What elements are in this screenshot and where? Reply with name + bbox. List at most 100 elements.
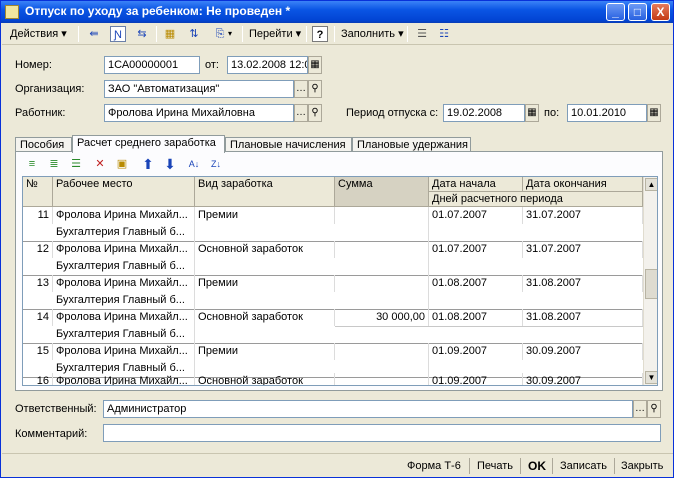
tab-planned-accruals[interactable]: Плановые начисления (225, 137, 352, 152)
arrow-down-icon[interactable]: ⬇ (162, 156, 178, 172)
col-header-earning-type[interactable]: Вид заработка (195, 177, 335, 207)
help-icon[interactable]: ? (312, 26, 328, 42)
period-from-label: Период отпуска с: (346, 107, 439, 119)
row-num: 11 (23, 207, 53, 224)
row-num: 12 (23, 241, 53, 258)
row-earning-type: Основной заработок (195, 373, 335, 385)
select-icon[interactable]: … (633, 400, 647, 418)
tab-average-earnings[interactable]: Расчет среднего заработка (72, 135, 225, 153)
col-header-days[interactable]: Дней расчетного периода (429, 192, 643, 207)
responsible-field[interactable]: Администратор (103, 400, 633, 418)
row-earning-type: Премии (195, 343, 335, 360)
arrow-up-icon[interactable]: ⬆ (140, 156, 156, 172)
scroll-thumb[interactable] (645, 269, 657, 299)
delete-row-icon[interactable]: ✕ (92, 156, 108, 172)
col-header-sum[interactable]: Сумма (335, 177, 429, 207)
button-separator (469, 458, 470, 474)
table-row[interactable]: 11 Фролова Ирина Михайл... Бухгалтерия Г… (23, 207, 643, 241)
copy-dropdown-icon[interactable]: ▾ (228, 26, 232, 42)
minimize-button[interactable]: _ (606, 3, 625, 21)
col-header-num[interactable]: № (23, 177, 53, 207)
row-employee: Фролова Ирина Михайл... (53, 241, 195, 258)
row-num: 15 (23, 343, 53, 360)
row-sum (335, 343, 429, 377)
organization-field[interactable]: ЗАО "Автоматизация" (104, 80, 294, 98)
title-bar: Отпуск по уходу за ребенком: Не проведен… (1, 1, 673, 23)
row-department: Бухгалтерия Главный б... (53, 224, 195, 241)
employee-label: Работник: (15, 107, 66, 119)
scroll-down-icon[interactable]: ▼ (645, 371, 657, 384)
move-icon[interactable]: ⇅ (186, 26, 202, 42)
row-date-start: 01.07.2007 (429, 207, 523, 224)
copy-icon[interactable]: ⎘ (212, 26, 228, 42)
fill-label: Заполнить (341, 28, 396, 40)
toolbar-separator (242, 26, 243, 42)
col-header-date-start[interactable]: Дата начала (429, 177, 523, 192)
period-from-field[interactable]: 19.02.2008 (443, 104, 525, 122)
goto-label: Перейти (249, 28, 293, 40)
period-to-field[interactable]: 10.01.2010 (567, 104, 647, 122)
ok-button[interactable]: OK (528, 458, 546, 474)
insert-row-icon[interactable]: ≣ (46, 156, 62, 172)
goto-menu[interactable]: Перейти ▾ (249, 26, 301, 42)
row-department: Бухгалтерия Главный б... (53, 292, 195, 309)
table-row[interactable]: 16 Фролова Ирина Михайл... Основной зара… (23, 373, 643, 385)
col-header-date-end[interactable]: Дата окончания (523, 177, 643, 192)
col-header-workplace[interactable]: Рабочее место (53, 177, 195, 207)
back-arrow-icon[interactable]: ⇚ (86, 26, 102, 42)
row-department: Бухгалтерия Главный б... (53, 326, 195, 343)
close-button[interactable]: Закрыть (621, 458, 663, 474)
maximize-button[interactable]: □ (628, 3, 647, 21)
document-date-field[interactable]: 13.02.2008 12:0 (227, 56, 308, 74)
sort-desc-icon[interactable]: Z↓ (208, 156, 224, 172)
row-date-end: 31.08.2007 (523, 275, 643, 292)
number-field[interactable]: 1СА00000001 (104, 56, 200, 74)
comment-label: Комментарий: (15, 428, 88, 440)
print-button[interactable]: Печать (477, 458, 513, 474)
sort-asc-icon[interactable]: A↓ (186, 156, 202, 172)
employee-field[interactable]: Фролова Ирина Михайловна (104, 104, 294, 122)
row-date-end: 30.09.2007 (523, 343, 643, 360)
scroll-up-icon[interactable]: ▲ (645, 178, 657, 191)
calendar-icon[interactable]: ▦ (308, 56, 322, 74)
save-button[interactable]: Записать (560, 458, 607, 474)
table-row[interactable]: 12 Фролова Ирина Михайл... Бухгалтерия Г… (23, 241, 643, 275)
tab-benefits[interactable]: Пособия (15, 137, 72, 152)
search-icon[interactable]: ⚲ (308, 80, 322, 98)
calendar-icon[interactable]: ▦ (525, 104, 539, 122)
row-sum (335, 207, 429, 241)
subordinate-icon[interactable]: ▦ (162, 26, 178, 42)
columns-icon[interactable]: ☰ (414, 26, 430, 42)
cell-divider (335, 326, 643, 327)
close-window-button[interactable]: X (651, 3, 670, 21)
row-num: 16 (23, 373, 53, 385)
add-row-icon[interactable]: ≡ (24, 156, 40, 172)
actions-label: Действия (10, 28, 59, 40)
select-icon[interactable]: … (294, 80, 308, 98)
form-t6-button[interactable]: Форма Т-6 (407, 458, 461, 474)
tab-planned-deductions[interactable]: Плановые удержания (352, 137, 471, 152)
table-row[interactable]: 13 Фролова Ирина Михайл... Бухгалтерия Г… (23, 275, 643, 309)
refresh-icon[interactable]: ⇆ (134, 26, 150, 42)
post-icon[interactable]: Ɲ (110, 26, 126, 42)
search-icon[interactable]: ⚲ (308, 104, 322, 122)
calendar-icon[interactable]: ▦ (647, 104, 661, 122)
table-row[interactable]: 15 Фролова Ирина Михайл... Бухгалтерия Г… (23, 343, 643, 377)
table-row[interactable]: 14 Фролова Ирина Михайл... Бухгалтерия Г… (23, 309, 643, 343)
ok-row-icon[interactable]: ▣ (114, 156, 130, 172)
list-icon[interactable]: ☷ (436, 26, 452, 42)
actions-menu[interactable]: Действия ▾ (10, 26, 67, 42)
bottom-button-bar: Форма Т-6 Печать OK Записать Закрыть (2, 453, 673, 477)
search-icon[interactable]: ⚲ (647, 400, 661, 418)
copy-row-icon[interactable]: ☰ (68, 156, 84, 172)
grid-scrollbar[interactable]: ▲ ▼ (643, 177, 657, 385)
row-earning-type: Основной заработок (195, 309, 335, 326)
select-icon[interactable]: … (294, 104, 308, 122)
row-earning-type: Основной заработок (195, 241, 335, 258)
fill-menu[interactable]: Заполнить ▾ (341, 26, 404, 42)
toolbar-separator (334, 26, 335, 42)
comment-field[interactable] (103, 424, 661, 442)
number-label: Номер: (15, 59, 52, 71)
document-window: Отпуск по уходу за ребенком: Не проведен… (0, 0, 674, 478)
row-department: Бухгалтерия Главный б... (53, 258, 195, 275)
